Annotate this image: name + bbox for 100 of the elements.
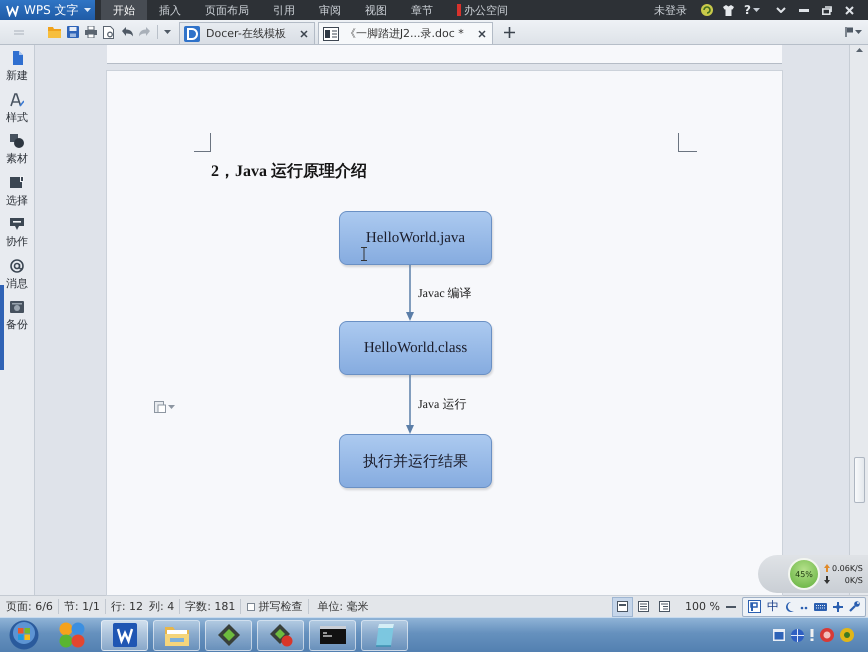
sidebar-item[interactable]: 选择 (6, 176, 28, 217)
sidebar-item[interactable]: 素材 (6, 134, 28, 176)
at-icon (10, 258, 24, 272)
menu-tab[interactable]: 引用 (261, 0, 307, 20)
logo-icon (6, 4, 19, 16)
margin-corner-icon (678, 133, 697, 152)
sidebar-item[interactable]: 样式 (6, 92, 28, 134)
caret-icon (168, 404, 175, 408)
new-tab-button[interactable] (504, 26, 515, 38)
undo-icon[interactable] (121, 27, 133, 37)
full-page-icon (638, 601, 650, 612)
select-icon (10, 176, 24, 190)
backup-icon (10, 300, 24, 314)
sidebar-item[interactable]: 协作 (6, 217, 28, 258)
tab-list-button[interactable] (845, 27, 862, 37)
document-app-icon (112, 623, 136, 647)
pin-icon[interactable] (833, 602, 843, 612)
menu-tab[interactable]: 审阅 (307, 0, 353, 20)
help-button[interactable]: ? (744, 3, 760, 17)
keyboard-icon[interactable] (814, 602, 827, 610)
zoom-level[interactable]: 100 % (685, 600, 720, 613)
outline-view-icon (659, 601, 670, 612)
menu-tab[interactable]: 视图 (353, 0, 399, 20)
upload-rate: 0.06K/S (832, 564, 863, 572)
text-style-icon (10, 92, 24, 106)
taskbar-button[interactable] (309, 620, 356, 650)
edge-label: Javac 编译 (418, 284, 472, 302)
moon-icon[interactable] (785, 602, 794, 612)
alert-icon[interactable] (810, 629, 814, 641)
taskbar-button[interactable] (205, 620, 252, 650)
margin-corner-icon (194, 133, 211, 152)
template-icon (184, 26, 200, 42)
flow-node: 执行并运行结果 (339, 434, 492, 488)
wrench-icon[interactable] (849, 601, 860, 612)
upload-arrow-icon (824, 564, 830, 572)
restore-icon[interactable] (822, 6, 832, 14)
menu-tab[interactable]: 页面布局 (193, 0, 261, 20)
paste-options-button[interactable] (154, 400, 175, 413)
flow-node: HelloWorld.class (339, 321, 492, 375)
download-rate: 0K/S (844, 576, 863, 584)
window-icon[interactable] (773, 629, 785, 641)
flow-arrow (405, 265, 415, 321)
sidebar-item[interactable]: 新建 (6, 51, 28, 92)
flow-arrow (405, 375, 415, 434)
text-cursor-icon (361, 247, 367, 261)
scroll-up-button[interactable] (856, 48, 862, 52)
scroll-thumb[interactable] (854, 457, 864, 503)
print-preview-icon[interactable] (103, 26, 115, 38)
orb-icon (9, 620, 39, 650)
caret-icon[interactable] (164, 30, 171, 34)
edge-label: Java 运行 (418, 396, 466, 413)
sidebar-item[interactable]: 备份 (6, 300, 28, 342)
chat-icon (10, 217, 24, 231)
menu-tab[interactable]: 插入 (147, 0, 193, 20)
status-field: 单位: 毫米 (309, 599, 377, 614)
app-menu-button[interactable]: WPS 文字 (0, 0, 95, 20)
shirt-icon[interactable] (723, 4, 734, 16)
download-arrow-icon (824, 576, 830, 584)
diamond-badge-icon (268, 623, 292, 647)
menu-tab[interactable]: 办公空间 (445, 0, 520, 20)
marker-icon (457, 4, 461, 16)
checkbox[interactable] (247, 602, 256, 610)
status-field: 行: 12 (110, 599, 144, 614)
grip-icon (14, 30, 24, 34)
globe-icon[interactable] (791, 628, 804, 642)
document-tab[interactable]: 《一脚踏进J2...录.doc * (318, 22, 493, 44)
ime-icon[interactable] (748, 600, 761, 613)
minimize-icon[interactable] (799, 8, 809, 12)
taskbar-button[interactable] (257, 620, 304, 650)
menu-tab[interactable]: 章节 (399, 0, 445, 20)
chevron-down-icon[interactable] (776, 7, 786, 13)
caret-up-icon (856, 48, 862, 52)
spell-check-toggle[interactable]: 拼写检查 (241, 599, 310, 614)
close-icon[interactable] (300, 30, 308, 38)
folder-icon (164, 624, 190, 646)
flow-node: HelloWorld.java (339, 211, 492, 265)
status-field: 字数: 181 (185, 599, 236, 614)
login-link[interactable]: 未登录 (654, 2, 688, 18)
menu-tab[interactable]: 开始 (101, 0, 147, 20)
close-icon[interactable] (478, 30, 486, 38)
page-view-icon (617, 601, 628, 612)
save-icon[interactable] (67, 26, 79, 38)
document-icon (10, 51, 24, 65)
shield-icon[interactable] (840, 628, 854, 642)
clipboard-icon (154, 400, 166, 413)
view-mode-button[interactable] (612, 596, 634, 616)
ime-mode-button[interactable]: 中 (767, 598, 779, 615)
sidebar-item[interactable]: 消息 (6, 258, 28, 300)
document-tab[interactable]: Docer-在线模板 (179, 22, 315, 44)
flag-icon (845, 27, 854, 37)
caret-icon (855, 30, 862, 34)
swirl-icon[interactable] (701, 4, 714, 16)
usage-gauge: 45% (788, 558, 820, 590)
ring-icon[interactable] (820, 628, 834, 642)
taskbar-button[interactable] (101, 620, 148, 650)
status-field: 节: 1/1 (64, 599, 100, 614)
status-field: 列: 4 (149, 599, 174, 614)
caret-icon (753, 8, 760, 12)
print-icon[interactable] (85, 26, 97, 38)
terminal-icon (320, 626, 346, 644)
